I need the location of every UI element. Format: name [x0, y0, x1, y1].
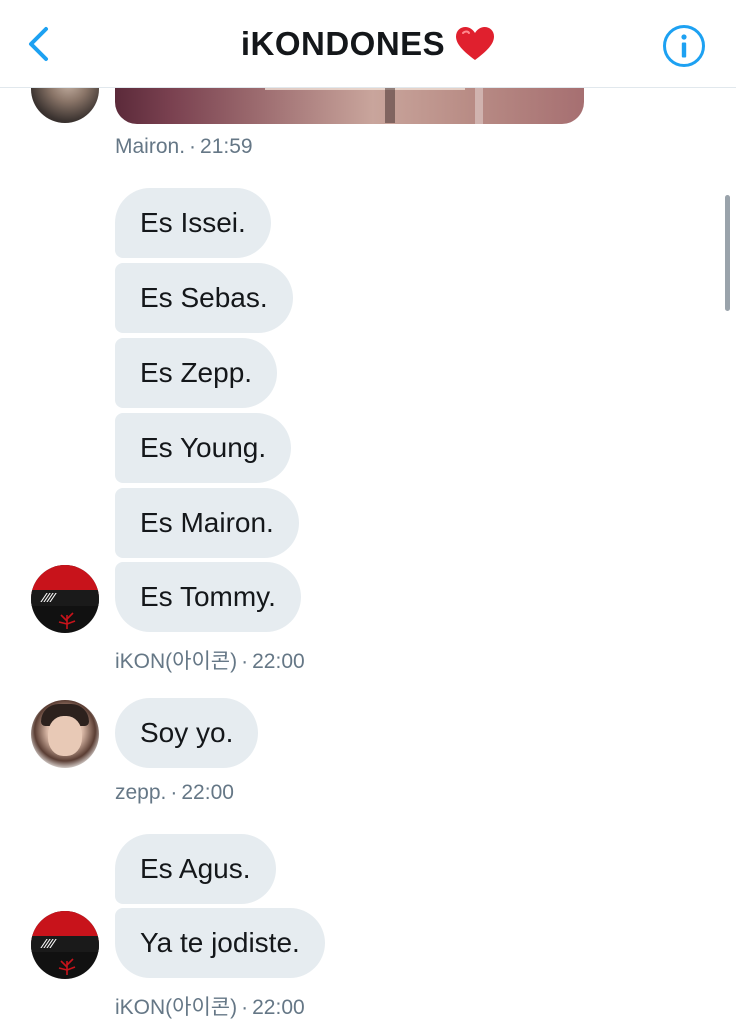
message-meta: iKON(아이콘) · 22:00 — [115, 996, 305, 1019]
message-meta: Mairon. · 21:59 — [115, 135, 253, 158]
sender-name: zepp. — [115, 781, 167, 804]
message-list[interactable]: Mairon. · 21:59 Es Issei. Es Sebas. Es Zep… — [0, 88, 736, 1022]
conversation-title-wrap[interactable]: iKONDONES — [0, 24, 736, 64]
message-bubble[interactable]: Es Zepp. — [115, 338, 278, 408]
message-bubble[interactable]: Soy yo. — [115, 698, 259, 768]
media-attachment[interactable] — [115, 88, 584, 124]
message-bubble[interactable]: Es Sebas. — [115, 263, 293, 333]
message-bubble[interactable]: Es Young. — [115, 413, 292, 483]
message-bubble[interactable]: Es Tommy. — [115, 562, 301, 632]
conversation-header: iKONDONES — [0, 0, 736, 88]
conversation-title: iKONDONES — [240, 25, 446, 62]
avatar[interactable] — [31, 88, 99, 123]
message-bubble[interactable]: Es Agus. — [115, 834, 276, 904]
avatar[interactable] — [31, 700, 99, 768]
message-meta: zepp. · 22:00 — [115, 781, 234, 804]
message-meta: iKON(아이콘) · 22:00 — [115, 650, 305, 673]
sender-name: iKON(아이콘) — [115, 650, 238, 673]
heart-emoji-icon — [456, 27, 495, 60]
timestamp: 22:00 — [181, 781, 234, 804]
sender-name: Mairon. — [115, 135, 186, 158]
branch-icon — [58, 958, 76, 975]
avatar[interactable]: //// — [31, 911, 99, 979]
sender-name: iKON(아이콘) — [115, 996, 238, 1019]
info-button[interactable] — [662, 24, 706, 68]
timestamp: 22:00 — [252, 996, 305, 1019]
timestamp: 22:00 — [252, 650, 305, 673]
info-icon — [663, 25, 705, 67]
timestamp: 21:59 — [200, 135, 253, 158]
message-bubble[interactable]: Es Mairon. — [115, 488, 299, 558]
message-bubble[interactable]: Ya te jodiste. — [115, 908, 325, 978]
branch-icon — [58, 612, 76, 629]
avatar[interactable]: //// — [31, 565, 99, 633]
message-bubble[interactable]: Es Issei. — [115, 188, 271, 258]
scrollbar[interactable] — [725, 195, 730, 311]
